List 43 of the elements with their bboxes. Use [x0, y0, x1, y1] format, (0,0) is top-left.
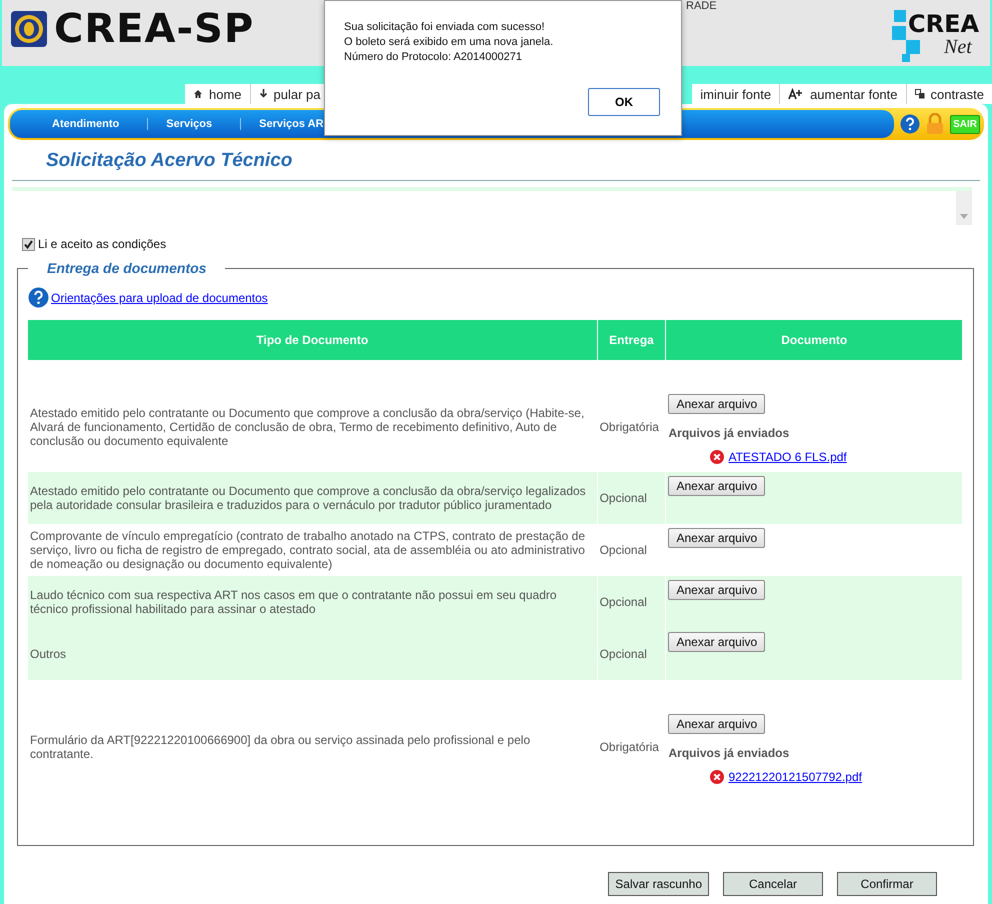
remove-file-icon[interactable]: [710, 450, 724, 464]
sent-files-heading: Arquivos já enviados: [668, 746, 790, 760]
delivery-cell: Obrigatória: [597, 680, 666, 792]
contrast-icon: [914, 89, 925, 99]
toolbar-link[interactable]: contraste: [906, 84, 992, 104]
font-increase-icon: [788, 88, 804, 100]
help-link[interactable]: Orientações para upload de documentos: [51, 290, 268, 304]
column-header: Entrega: [597, 320, 666, 360]
help-icon: [900, 114, 920, 134]
toolbar-link[interactable]: pular pa: [250, 84, 329, 104]
action-button[interactable]: Salvar rascunho: [608, 872, 709, 896]
terms-label: Li e aceito as condições: [38, 237, 166, 251]
ok-button[interactable]: OK: [588, 88, 660, 116]
column-header: Tipo de Documento: [28, 320, 598, 360]
attach-file-button[interactable]: Anexar arquivo: [668, 394, 766, 414]
scrollbar[interactable]: [956, 191, 972, 225]
sent-files-heading: Arquivos já enviados: [668, 426, 790, 440]
action-button[interactable]: Cancelar: [723, 872, 823, 896]
attach-file-button[interactable]: Anexar arquivo: [668, 476, 766, 496]
attach-file-button[interactable]: Anexar arquivo: [668, 714, 766, 734]
seal-icon: [10, 10, 48, 48]
down-arrow-icon: [258, 89, 268, 99]
nav-item[interactable]: Atendimento: [34, 118, 148, 130]
fieldset-legend: Entrega de documentos: [28, 260, 226, 276]
brand-logo-text: Net: [944, 36, 972, 59]
remove-file-icon[interactable]: [710, 770, 724, 784]
attach-file-button[interactable]: Anexar arquivo: [668, 580, 766, 600]
header-text: RADE: [686, 0, 717, 12]
nav-item[interactable]: Serviços: [148, 118, 242, 130]
brand-logo-text: CREA: [908, 10, 980, 38]
file-link[interactable]: ATESTADO 6 FLS.pdf: [728, 450, 847, 464]
attach-file-button[interactable]: Anexar arquivo: [668, 632, 766, 652]
file-link[interactable]: 92221220121507792.pdf: [728, 770, 862, 784]
logo-text: CREA-SP: [54, 6, 254, 52]
terms-checkbox[interactable]: [22, 238, 35, 250]
home-icon: [193, 89, 203, 99]
document-type-cell: Formulário da ART[92221220100666900] da obra ou serviço assinada pelo profissional e pelo contratante.: [28, 680, 598, 792]
column-header: Documento: [666, 320, 962, 360]
page-title: Solicitação Acervo Técnico: [46, 150, 294, 172]
help-icon: [28, 287, 49, 308]
dialog-message: Sua solicitação foi enviada com sucesso! O boleto será exibido em uma nova janela. Número do Protocolo: A2014000271: [344, 20, 554, 65]
action-button[interactable]: Confirmar: [837, 872, 937, 896]
attach-file-button[interactable]: Anexar arquivo: [668, 528, 766, 548]
